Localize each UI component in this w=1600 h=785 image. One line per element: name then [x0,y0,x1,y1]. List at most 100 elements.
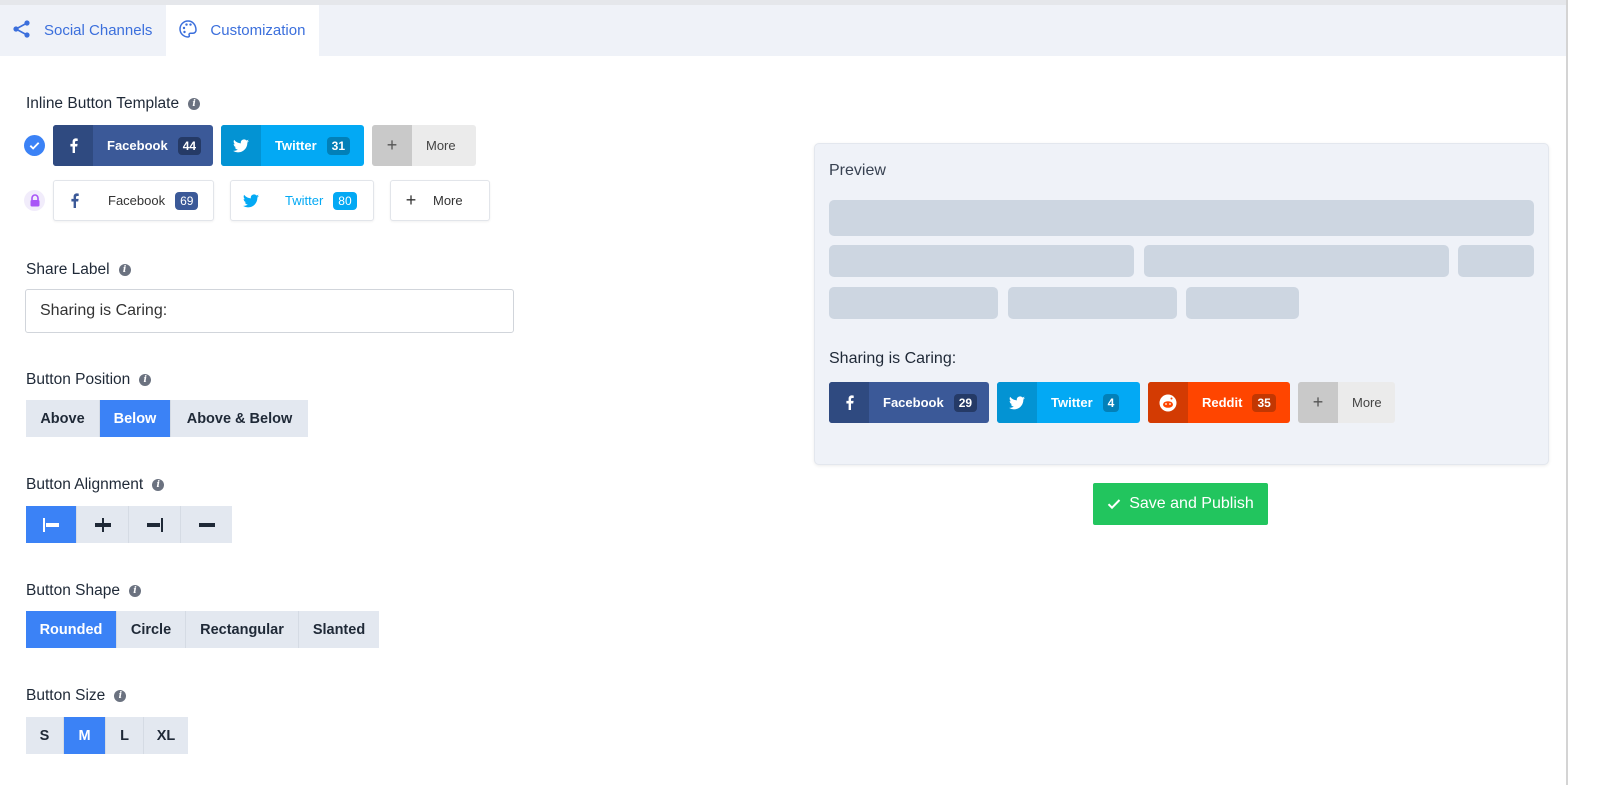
button-position-group: Above Below Above & Below [26,400,308,437]
plus-icon: + [372,125,412,166]
section-label-text: Button Alignment [26,476,144,493]
align-left-button[interactable] [26,506,77,543]
button-label: Twitter [1051,395,1093,410]
share-icon [12,19,32,43]
share-count: 44 [177,136,202,155]
window-right-border [1566,0,1568,785]
content-placeholder [829,200,1534,236]
align-center-button[interactable] [77,506,129,543]
button-label: Facebook [883,395,944,410]
twitter-icon [997,382,1037,423]
preview-share-label: Sharing is Caring: [829,350,957,367]
button-shape-group: Rounded Circle Rectangular Slanted [26,611,379,648]
size-l[interactable]: L [106,717,144,754]
content-placeholder [1144,245,1449,277]
share-count: 69 [175,191,199,210]
reddit-icon [1148,382,1188,423]
button-position-heading: Button Position i [26,371,152,389]
section-label-text: Button Shape [26,582,120,599]
position-above[interactable]: Above [26,400,100,437]
template-option-solid[interactable]: Facebook 44 Twitter 31 + More [24,125,476,166]
tab-social-channels[interactable]: Social Channels [0,5,166,56]
more-button[interactable]: + More [372,125,476,166]
button-label: Facebook [108,193,166,208]
position-above-and-below[interactable]: Above & Below [171,400,308,437]
preview-facebook-button[interactable]: Facebook 29 [829,382,989,423]
info-icon[interactable]: i [139,374,152,386]
content-placeholder [1186,287,1299,319]
button-label: More [433,193,463,208]
facebook-button[interactable]: Facebook 69 [53,180,214,221]
twitter-icon [231,181,271,220]
save-button-label: Save and Publish [1129,495,1254,512]
button-label: Reddit [1202,395,1243,410]
share-count: 4 [1102,393,1120,412]
info-icon[interactable]: i [114,690,127,702]
size-s[interactable]: S [26,717,64,754]
share-count: 29 [953,393,978,412]
lock-icon [24,190,45,211]
button-size-group: S M L XL [26,717,188,754]
share-count: 35 [1252,393,1276,412]
tab-label: Social Channels [44,22,153,39]
tab-label: Customization [210,22,306,39]
tab-customization[interactable]: Customization [166,5,320,56]
info-icon[interactable]: i [118,264,131,276]
plus-icon: + [405,190,417,210]
align-stretch-button[interactable] [181,506,232,543]
facebook-icon [54,181,94,220]
button-alignment-group [26,506,232,543]
info-icon[interactable]: i [188,98,201,110]
shape-slanted[interactable]: Slanted [299,611,379,648]
section-label-text: Inline Button Template [26,95,180,112]
share-label-heading: Share Label i [26,261,131,279]
section-label-text: Share Label [26,261,110,278]
share-count: 80 [333,191,357,210]
preview-reddit-button[interactable]: Reddit 35 [1148,382,1290,423]
plus-icon: + [1298,382,1338,423]
align-right-button[interactable] [129,506,181,543]
preview-title: Preview [829,162,886,179]
checkmark-icon [24,135,45,156]
preview-more-button[interactable]: + More [1298,382,1395,423]
more-button[interactable]: + More [390,180,490,221]
save-and-publish-button[interactable]: Save and Publish [1093,483,1268,525]
button-label: Twitter [285,193,324,208]
facebook-button[interactable]: Facebook 44 [53,125,213,166]
content-placeholder [829,245,1134,277]
tab-bar: Social Channels Customization [0,5,1566,56]
button-label: Twitter [275,138,317,153]
content-placeholder [829,287,998,319]
shape-rounded[interactable]: Rounded [26,611,117,648]
shape-rectangular[interactable]: Rectangular [186,611,299,648]
palette-icon [178,19,198,43]
align-center-icon [94,517,111,532]
twitter-button[interactable]: Twitter 31 [221,125,364,166]
facebook-icon [53,125,93,166]
button-label: More [1352,395,1382,410]
button-shape-heading: Button Shape i [26,582,141,600]
shape-circle[interactable]: Circle [117,611,186,648]
share-count: 31 [326,136,351,155]
size-xl[interactable]: XL [144,717,188,754]
section-label-text: Button Size [26,687,106,704]
size-m[interactable]: M [64,717,106,754]
preview-panel: Preview Sharing is Caring: Facebook 29 Tw… [814,143,1549,465]
share-label-input[interactable] [25,289,514,333]
button-label: More [426,138,456,153]
checkmark-icon [1108,499,1121,510]
info-icon[interactable]: i [152,479,165,491]
info-icon[interactable]: i [128,585,141,597]
facebook-icon [829,382,869,423]
align-stretch-icon [198,522,215,527]
content-placeholder [1008,287,1177,319]
position-below[interactable]: Below [100,400,171,437]
content-placeholder [1458,245,1534,277]
preview-twitter-button[interactable]: Twitter 4 [997,382,1140,423]
template-option-outline[interactable]: Facebook 69 Twitter 80 + More [24,180,490,221]
button-label: Facebook [107,138,168,153]
twitter-button[interactable]: Twitter 80 [230,180,374,221]
button-alignment-heading: Button Alignment i [26,476,165,494]
section-label-text: Button Position [26,371,131,388]
preview-share-buttons: Facebook 29 Twitter 4 Reddit 35 + More [829,382,1395,423]
